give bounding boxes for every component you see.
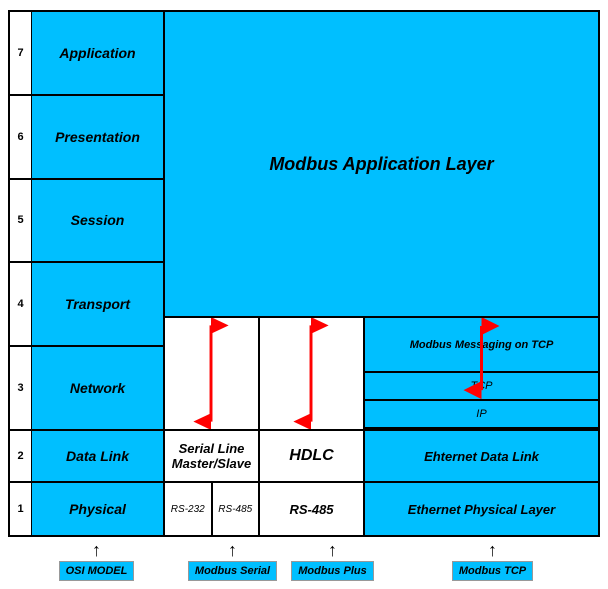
osi-label-network: Network [32,347,163,429]
serial-arrow-col [165,318,260,429]
row-num-1: 1 [10,483,32,535]
osi-row-6: 6 Presentation [10,96,163,180]
footer-label-osi: OSI MODEL [59,561,135,581]
footer-arrow-serial: ↑ [228,541,237,559]
osi-label-physical: Physical [32,483,163,535]
modbus-app-layer: Modbus Application Layer [165,12,598,318]
modbus-app-label: Modbus Application Layer [269,154,493,175]
modbus-tcp-label: Modbus Messaging on TCP [410,339,554,351]
ethernet-phys-label: Ethernet Physical Layer [408,502,555,517]
tcp-col: Modbus Messaging on TCP TCP IP [365,318,598,429]
footer-label-serial: Modbus Serial [188,561,277,581]
row-num-3: 3 [10,347,32,429]
tcp-box: TCP [365,373,598,401]
content-area: Modbus Application Layer [165,12,598,535]
tcp-label: TCP [471,380,493,392]
diagram-container: 7 Application 6 Presentation 5 Session 4… [0,0,608,589]
footer-arrow-osi: ↑ [92,541,101,559]
rs485-1-cell: RS-485 [213,483,259,535]
osi-row-4: 4 Transport [10,263,163,347]
osi-label-datalink: Data Link [32,431,163,481]
physical-row: RS-232 RS-485 RS-485 Ethernet Physical L… [165,483,598,535]
osi-row-1: 1 Physical [10,483,163,535]
row-num-4: 4 [10,263,32,345]
osi-label-transport: Transport [32,263,163,345]
footer-serial: ↑ Modbus Serial [185,543,280,581]
rs232-label: RS-232 [171,504,205,515]
ethernet-phys-cell: Ethernet Physical Layer [365,483,598,535]
ethernet-dl-label: Ehternet Data Link [424,449,539,464]
footer-arrow-plus: ↑ [328,541,337,559]
footer: ↑ OSI MODEL ↑ Modbus Serial ↑ Modbus Plu… [8,543,600,581]
rs485-2-cell: RS-485 [260,483,365,535]
osi-row-5: 5 Session [10,180,163,264]
osi-row-2: 2 Data Link [10,431,163,483]
hdlc-label: HDLC [289,447,333,465]
modbus-tcp-box: Modbus Messaging on TCP [365,318,598,373]
ethernet-dl-cell: Ehternet Data Link [365,431,598,481]
rs485-1-label: RS-485 [218,504,252,515]
hdlc-arrow-col [260,318,365,429]
footer-plus: ↑ Modbus Plus [280,543,385,581]
hdlc-arrow-svg [260,318,363,429]
osi-row-7: 7 Application [10,12,163,96]
middle-section: Modbus Messaging on TCP TCP IP [165,318,598,431]
rs485-2-label: RS-485 [289,502,333,517]
hdlc-dl-cell: HDLC [260,431,365,481]
ip-box: IP [365,401,598,429]
row-num-7: 7 [10,12,32,94]
osi-label-presentation: Presentation [32,96,163,178]
serial-dl-label: Serial Line Master/Slave [169,441,254,471]
serial-arrow-svg [165,318,258,429]
footer-tcp: ↑ Modbus TCP [385,543,600,581]
row-num-5: 5 [10,180,32,262]
footer-label-tcp: Modbus TCP [452,561,533,581]
osi-label-application: Application [32,12,163,94]
footer-label-plus: Modbus Plus [291,561,373,581]
ip-label: IP [476,408,486,420]
footer-osi: ↑ OSI MODEL [8,543,185,581]
osi-column: 7 Application 6 Presentation 5 Session 4… [10,12,165,535]
data-link-row: Serial Line Master/Slave HDLC Ehternet D… [165,431,598,483]
footer-arrow-tcp: ↑ [488,541,497,559]
osi-label-session: Session [32,180,163,262]
row-num-2: 2 [10,431,32,481]
row-num-6: 6 [10,96,32,178]
rs232-cell: RS-232 [165,483,213,535]
osi-row-3: 3 Network [10,347,163,431]
grid-area: 7 Application 6 Presentation 5 Session 4… [8,10,600,537]
serial-phys-cells: RS-232 RS-485 [165,483,260,535]
serial-dl-cell: Serial Line Master/Slave [165,431,260,481]
